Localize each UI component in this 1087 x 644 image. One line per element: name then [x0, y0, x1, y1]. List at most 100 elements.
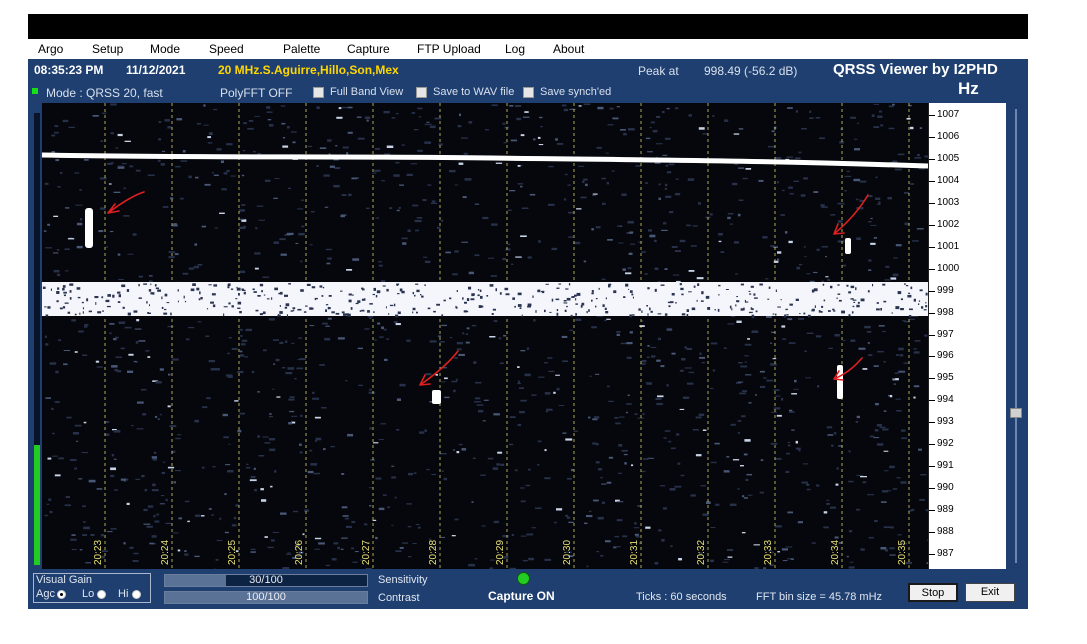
- vertical-scrollbar[interactable]: [1006, 103, 1028, 569]
- frequency-tick: [929, 488, 935, 490]
- frequency-tick-label: 990: [937, 482, 954, 494]
- signal-level-fill: [34, 445, 40, 565]
- app-title: QRSS Viewer by I2PHD: [833, 61, 998, 78]
- lo-radio[interactable]: [97, 590, 106, 599]
- capture-led-icon: [517, 572, 530, 585]
- qrss-viewer-window: Argo Setup Mode Speed Palette Capture FT…: [28, 39, 1028, 609]
- frequency-tick: [929, 554, 935, 555]
- menu-log[interactable]: Log: [505, 42, 525, 56]
- contrast-slider[interactable]: 100/100: [164, 591, 368, 604]
- checkbox-icon: [313, 87, 324, 98]
- checkbox-label: Save synch'ed: [540, 86, 612, 98]
- frequency-tick: [929, 466, 935, 468]
- checkbox-icon: [523, 87, 534, 98]
- current-date: 11/12/2021: [126, 63, 186, 77]
- waterfall-frame: 20:23 20:24 20:25 20:26 20:27 20:28 20:29 20:30…: [28, 103, 1028, 569]
- frequency-tick: [929, 246, 935, 248]
- frequency-tick: [929, 202, 935, 204]
- scrollbar-thumb[interactable]: [1010, 408, 1022, 418]
- frequency-tick: [929, 115, 935, 116]
- lo-label: Lo: [82, 588, 95, 600]
- frequency-tick-label: 1005: [937, 152, 960, 164]
- annotation-arrow: [419, 350, 459, 386]
- frequency-tick-label: 1000: [937, 262, 960, 274]
- polyfft-status: PolyFFT OFF: [220, 86, 293, 100]
- agc-label: Agc: [36, 588, 55, 600]
- fft-bin-info: FFT bin size = 45.78 mHz: [756, 591, 883, 603]
- peak-value: 998.49 (-56.2 dB): [704, 64, 798, 78]
- clock-time: 08:35:23 PM: [34, 63, 104, 77]
- frequency-tick-label: 1002: [937, 218, 960, 230]
- frequency-tick: [929, 268, 935, 270]
- signal-trace-1005: [42, 152, 928, 169]
- frequency-tick-label: 1003: [937, 196, 960, 208]
- exit-button[interactable]: Exit: [965, 583, 1015, 602]
- frequency-tick: [929, 444, 935, 446]
- time-label: 20:29: [495, 540, 506, 565]
- menu-mode[interactable]: Mode: [150, 42, 180, 56]
- sensitivity-slider[interactable]: 30/100: [164, 574, 368, 587]
- frequency-tick-label: 993: [937, 416, 954, 428]
- menu-capture[interactable]: Capture: [347, 42, 390, 56]
- frequency-tick: [929, 180, 935, 182]
- status-led-icon: [32, 88, 38, 94]
- frequency-tick: [929, 400, 935, 402]
- frequency-tick: [929, 224, 935, 226]
- time-label: 20:30: [562, 540, 573, 565]
- frequency-tick: [929, 136, 935, 138]
- frequency-scale: 1007 1006 1005 1004 1003 1002 1001 1000 999 998 99…: [928, 103, 1007, 569]
- sensitivity-value: 30/100: [249, 574, 283, 586]
- menu-ftp-upload[interactable]: FTP Upload: [417, 42, 481, 56]
- checkbox-label: Full Band View: [330, 86, 404, 98]
- control-bar: Visual Gain Agc Lo Hi 30/100 Sensitivity…: [28, 569, 1028, 609]
- frequency-tick-label: 1004: [937, 174, 960, 186]
- time-label: 20:32: [696, 540, 707, 565]
- time-label: 20:26: [294, 540, 305, 565]
- frequency-tick: [929, 334, 935, 336]
- frequency-tick-label: 989: [937, 504, 954, 516]
- frequency-tick-label: 1006: [937, 130, 960, 142]
- frequency-tick-label: 988: [937, 526, 954, 538]
- time-label: 20:28: [428, 540, 439, 565]
- menu-setup[interactable]: Setup: [92, 42, 123, 56]
- time-label: 20:23: [93, 540, 104, 565]
- hi-radio[interactable]: [132, 590, 141, 599]
- frequency-tick: [929, 378, 935, 380]
- mode-label: Mode : QRSS 20, fast: [46, 86, 163, 100]
- signal-level-bar: [34, 113, 40, 565]
- agc-radio[interactable]: [57, 590, 66, 599]
- menu-argo[interactable]: Argo: [38, 42, 63, 56]
- time-label: 20:25: [227, 540, 238, 565]
- frequency-tick-label: 995: [937, 372, 954, 384]
- frequency-tick: [929, 290, 935, 292]
- contrast-label: Contrast: [378, 592, 420, 604]
- time-label: 20:33: [763, 540, 774, 565]
- frequency-tick-label: 1001: [937, 240, 960, 252]
- frequency-tick-label: 994: [937, 394, 954, 406]
- frequency-tick: [929, 356, 935, 358]
- scrollbar-track: [1015, 109, 1017, 563]
- signal-blip: [837, 365, 843, 399]
- menu-palette[interactable]: Palette: [283, 42, 320, 56]
- contrast-value: 100/100: [246, 591, 286, 603]
- frequency-tick-label: 999: [937, 284, 954, 296]
- station-label: 20 MHz.S.Aguirre,Hillo,Son,Mex: [218, 63, 399, 77]
- frequency-tick: [929, 312, 935, 314]
- menu-about[interactable]: About: [553, 42, 584, 56]
- stop-button[interactable]: Stop: [908, 583, 958, 602]
- frequency-tick: [929, 158, 935, 160]
- time-label: 20:34: [830, 540, 841, 565]
- noise-speckles: [43, 103, 928, 569]
- time-label: 20:24: [160, 540, 171, 565]
- frequency-tick-label: 991: [937, 460, 954, 472]
- signal-band-999: [42, 282, 928, 316]
- time-label: 20:31: [629, 540, 640, 565]
- frequency-unit-label: Hz: [958, 79, 979, 98]
- peak-label: Peak at: [638, 64, 679, 78]
- frequency-tick-label: 998: [937, 306, 954, 318]
- time-label: 20:35: [897, 540, 908, 565]
- menu-speed[interactable]: Speed: [209, 42, 244, 56]
- annotation-arrow: [107, 191, 145, 214]
- waterfall-display[interactable]: 20:23 20:24 20:25 20:26 20:27 20:28 20:29 20:30…: [42, 103, 928, 569]
- signal-blip: [85, 208, 93, 248]
